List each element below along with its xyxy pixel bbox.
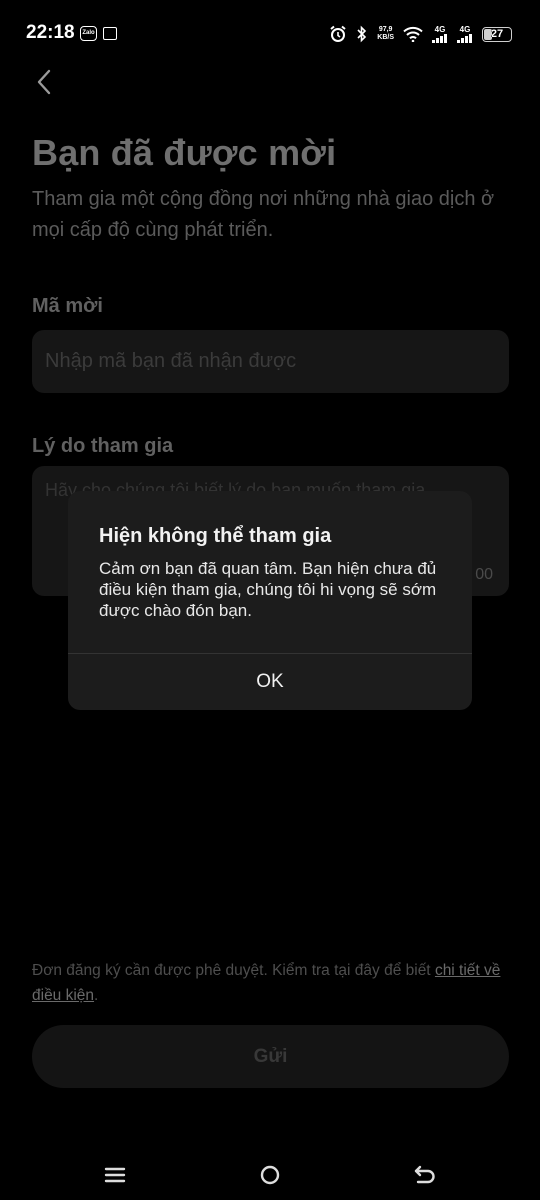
home-circle-icon <box>260 1165 280 1185</box>
system-back-button[interactable] <box>410 1160 440 1190</box>
zalo-notification-icon: Zalo <box>80 26 97 41</box>
dialog-title: Hiện không thể tham gia <box>99 525 332 547</box>
battery-icon: 27 <box>482 26 512 42</box>
signal-bars-icon <box>432 34 447 43</box>
signal-sim1: 4G <box>432 25 448 43</box>
status-time: 22:18 <box>26 22 75 43</box>
back-button[interactable] <box>28 64 62 100</box>
approval-note: Đơn đăng ký cần được phê duyệt. Kiểm tra… <box>32 958 512 1008</box>
network-speed: 97,9 KB/S <box>377 26 394 42</box>
submit-button[interactable]: Gửi <box>32 1025 509 1088</box>
reason-char-counter: 00 <box>475 566 493 583</box>
bluetooth-icon <box>356 25 368 43</box>
recent-apps-button[interactable] <box>100 1160 130 1190</box>
approval-note-text: Đơn đăng ký cần được phê duyệt. Kiểm tra… <box>32 962 435 979</box>
alarm-icon <box>329 25 347 43</box>
ineligible-dialog: Hiện không thể tham gia Cảm ơn bạn đã qu… <box>68 491 472 710</box>
approval-note-end: . <box>94 987 99 1004</box>
status-icons: 97,9 KB/S 4G 4G 27 <box>329 22 512 46</box>
invite-code-label: Mã mời <box>32 295 103 317</box>
invite-code-input[interactable] <box>32 330 509 393</box>
wifi-icon <box>403 26 423 42</box>
network-speed-unit: KB/S <box>377 34 394 41</box>
reason-label: Lý do tham gia <box>32 435 174 457</box>
page-title: Bạn đã được mời <box>32 132 337 173</box>
signal-sim2: 4G <box>457 25 473 43</box>
chevron-left-icon <box>37 69 51 95</box>
page-subtitle: Tham gia một cộng đồng nơi những nhà gia… <box>32 188 495 241</box>
status-bar: 22:18 Zalo 97,9 KB/S 4G 4G 27 <box>0 0 540 70</box>
screen: 22:18 Zalo 97,9 KB/S 4G 4G 27 Bạn đã đượ… <box>0 0 540 1200</box>
system-nav-bar <box>0 1150 540 1200</box>
battery-level: 27 <box>490 28 504 40</box>
sim1-network-type: 4G <box>434 25 446 34</box>
dialog-message: Cảm ơn bạn đã quan tâm. Bạn hiện chưa đủ… <box>99 559 437 620</box>
menu-icon <box>104 1167 126 1183</box>
sim2-network-type: 4G <box>459 25 471 34</box>
screenshot-notification-icon <box>103 27 117 40</box>
network-speed-value: 97,9 <box>378 26 393 33</box>
home-button[interactable] <box>255 1160 285 1190</box>
back-arrow-icon <box>414 1165 435 1184</box>
signal-bars-icon <box>457 34 472 43</box>
dialog-ok-button[interactable]: OK <box>68 654 472 710</box>
